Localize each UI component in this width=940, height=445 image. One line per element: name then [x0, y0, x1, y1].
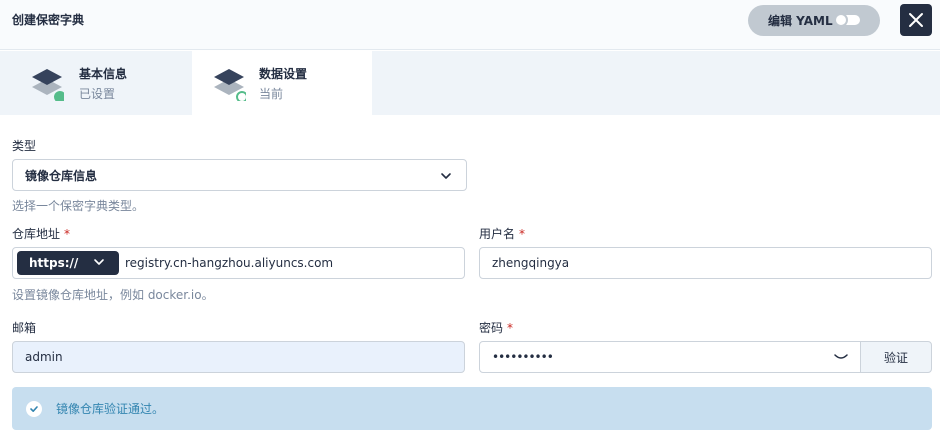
- required-mark: *: [519, 227, 526, 241]
- type-select-value: 镜像仓库信息: [25, 168, 98, 183]
- password-field[interactable]: ••••••••••: [479, 341, 861, 373]
- registry-label: 仓库地址 *: [12, 225, 70, 242]
- step-layers-icon: [32, 69, 64, 101]
- username-label: 用户名 *: [479, 225, 525, 242]
- required-mark: *: [64, 227, 71, 241]
- email-label: 邮箱: [12, 321, 37, 335]
- type-select[interactable]: 镜像仓库信息: [12, 159, 467, 191]
- eye-closed-icon[interactable]: [834, 353, 848, 361]
- step-status: 当前: [259, 87, 284, 101]
- protocol-value: https://: [29, 256, 79, 270]
- required-mark: *: [507, 321, 514, 335]
- toggle-switch-icon: [834, 13, 860, 27]
- close-icon: [909, 13, 923, 27]
- email-field[interactable]: admin: [12, 341, 465, 373]
- password-label: 密码 *: [479, 319, 513, 336]
- step-status: 已设置: [79, 87, 116, 101]
- alert-text: 镜像仓库验证通过。: [56, 402, 165, 416]
- check-circle-icon: [26, 400, 42, 417]
- registry-address-value[interactable]: registry.cn-hangzhou.aliyuncs.com: [125, 256, 333, 270]
- registry-address-field[interactable]: https:// registry.cn-hangzhou.aliyuncs.c…: [12, 247, 465, 279]
- registry-hint: 设置镜像仓库地址，例如 docker.io。: [12, 288, 214, 302]
- registry-label-text: 仓库地址: [12, 227, 61, 241]
- verify-success-alert: 镜像仓库验证通过。: [12, 387, 932, 430]
- close-button[interactable]: [900, 4, 932, 36]
- step-name: 数据设置: [259, 67, 308, 81]
- password-value: ••••••••••: [492, 350, 554, 364]
- username-label-text: 用户名: [479, 227, 516, 241]
- step-layers-icon: [214, 69, 246, 101]
- protocol-select[interactable]: https://: [17, 251, 119, 275]
- type-hint: 选择一个保密字典类型。: [12, 199, 145, 213]
- edit-yaml-label: 编辑 YAML: [768, 14, 833, 28]
- modal-header: 创建保密字典 编辑 YAML: [0, 0, 940, 50]
- type-label: 类型: [12, 139, 37, 153]
- password-label-text: 密码: [479, 321, 504, 335]
- chevron-down-icon: [441, 173, 451, 179]
- step-name: 基本信息: [79, 67, 128, 81]
- chevron-down-icon: [94, 259, 104, 265]
- steps-bar: 基本信息 已设置 数据设置 当前: [0, 51, 940, 115]
- step-data-settings[interactable]: 数据设置 当前: [192, 51, 372, 115]
- edit-yaml-toggle[interactable]: 编辑 YAML: [748, 5, 880, 36]
- verify-button[interactable]: 验证: [860, 341, 932, 373]
- username-field[interactable]: zhengqingya: [479, 247, 932, 279]
- username-value: zhengqingya: [492, 256, 570, 270]
- modal-title: 创建保密字典: [12, 13, 85, 27]
- email-value: admin: [25, 350, 63, 364]
- step-basic-info[interactable]: 基本信息 已设置: [0, 51, 180, 115]
